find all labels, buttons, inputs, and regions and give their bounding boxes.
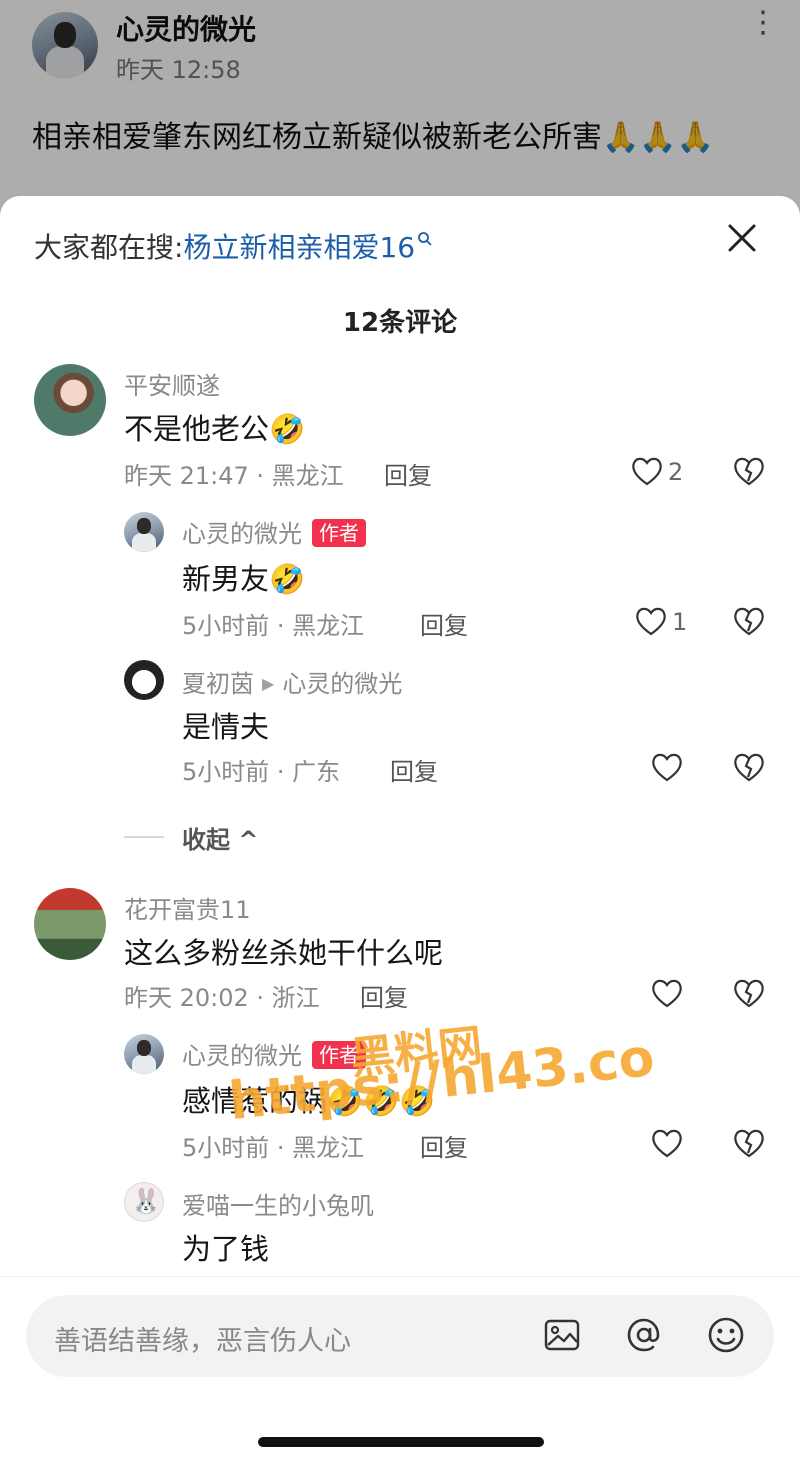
reply-button[interactable]: 回复 xyxy=(390,752,438,787)
close-icon[interactable] xyxy=(722,218,762,258)
author-avatar[interactable] xyxy=(124,1034,164,1074)
emoji-icon[interactable] xyxy=(706,1315,746,1355)
like-count: 2 xyxy=(668,458,684,486)
heart-icon[interactable] xyxy=(634,604,668,638)
comment-text: 新男友🤣 xyxy=(182,562,306,596)
avatar[interactable] xyxy=(34,888,106,960)
comment-meta: 昨天 21:47 · 黑龙江 xyxy=(124,462,344,490)
comment-meta: 昨天 20:02 · 浙江 xyxy=(124,984,320,1012)
heart-icon[interactable] xyxy=(650,750,684,784)
comment-input-area: 善语结善缘，恶言伤人心 xyxy=(0,1276,800,1459)
broken-heart-icon[interactable] xyxy=(732,976,766,1010)
search-suggestion[interactable]: 大家都在搜:杨立新相亲相爱16 xyxy=(34,226,433,266)
comments-sheet: 大家都在搜:杨立新相亲相爱16 12条评论 平安顺遂 不是他老公🤣 昨天 21:… xyxy=(0,196,800,1459)
heart-icon[interactable] xyxy=(650,976,684,1010)
comment-username[interactable]: 花开富贵11 xyxy=(124,890,251,925)
comment-text: 是情夫 xyxy=(182,710,270,744)
broken-heart-icon[interactable] xyxy=(732,454,766,488)
avatar[interactable] xyxy=(124,660,164,700)
comment-meta: 5小时前 · 广东 xyxy=(182,758,341,786)
reply-button[interactable]: 回复 xyxy=(420,1128,468,1163)
author-avatar[interactable] xyxy=(124,512,164,552)
heart-icon[interactable] xyxy=(630,454,664,488)
reply-button[interactable]: 回复 xyxy=(384,456,432,491)
home-indicator[interactable] xyxy=(258,1437,544,1447)
broken-heart-icon[interactable] xyxy=(732,604,766,638)
broken-heart-icon[interactable] xyxy=(732,750,766,784)
comment-input[interactable]: 善语结善缘，恶言伤人心 xyxy=(26,1295,774,1377)
author-badge: 作者 xyxy=(312,519,366,547)
like-count: 1 xyxy=(672,608,688,636)
reply-arrow-icon: ▶ xyxy=(262,674,275,693)
collapse-replies-button[interactable]: 收起 ^ xyxy=(182,820,258,855)
image-icon[interactable] xyxy=(542,1315,582,1355)
reply-username-text[interactable]: 心灵的微光 xyxy=(182,520,302,548)
broken-heart-icon[interactable] xyxy=(732,1126,766,1160)
comment-input-placeholder[interactable]: 善语结善缘，恶言伤人心 xyxy=(54,1319,351,1358)
search-suggestion-prefix: 大家都在搜: xyxy=(34,231,184,264)
comment-text: 为了钱 xyxy=(182,1232,270,1266)
avatar[interactable] xyxy=(124,1182,164,1222)
comment-text: 这么多粉丝杀她干什么呢 xyxy=(124,936,444,970)
reply-button[interactable]: 回复 xyxy=(360,978,408,1013)
at-mention-icon[interactable] xyxy=(624,1315,664,1355)
reply-username[interactable]: 心灵的微光 作者 xyxy=(182,514,366,549)
reply-username[interactable]: 爱喵一生的小兔叽 xyxy=(182,1186,374,1221)
reply-username[interactable]: 夏初茵 ▶ 心灵的微光 xyxy=(182,664,402,699)
reply-button[interactable]: 回复 xyxy=(420,606,468,641)
reply-to-username[interactable]: 心灵的微光 xyxy=(282,670,402,698)
avatar[interactable] xyxy=(34,364,106,436)
search-suggestion-keyword[interactable]: 杨立新相亲相爱16 xyxy=(183,231,415,264)
heart-icon[interactable] xyxy=(650,1126,684,1160)
comment-meta: 5小时前 · 黑龙江 xyxy=(182,1134,365,1162)
reply-username-text[interactable]: 夏初茵 xyxy=(182,670,254,698)
collapse-divider xyxy=(124,836,164,838)
comment-meta: 5小时前 · 黑龙江 xyxy=(182,612,365,640)
comment-username[interactable]: 平安顺遂 xyxy=(124,366,220,401)
comment-count: 12条评论 xyxy=(342,308,458,338)
comment-text: 不是他老公🤣 xyxy=(124,412,306,446)
search-icon xyxy=(418,232,432,246)
